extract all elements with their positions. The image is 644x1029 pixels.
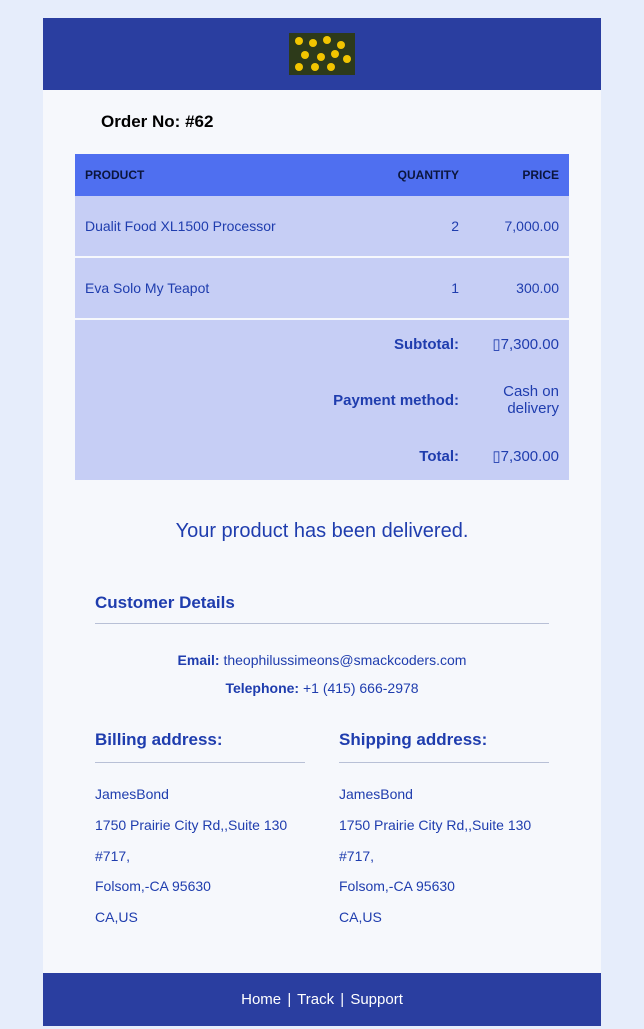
shipping-title: Shipping address:	[339, 730, 549, 763]
total-row: Total: ▯7,300.00	[75, 432, 569, 480]
telephone-label: Telephone:	[225, 680, 299, 696]
item-qty: 1	[369, 257, 469, 319]
shipping-line1: 1750 Prairie City Rd,,Suite 130 #717,	[339, 810, 549, 872]
item-name: Dualit Food XL1500 Processor	[75, 196, 369, 257]
item-price: 7,000.00	[469, 196, 569, 257]
footer-sep: |	[287, 991, 291, 1008]
telephone-value: +1 (415) 666-2978	[303, 680, 419, 696]
payment-row: Payment method: Cash on delivery	[75, 368, 569, 432]
footer-link-support[interactable]: Support	[350, 991, 403, 1008]
footer-link-home[interactable]: Home	[241, 991, 281, 1008]
billing-line2: Folsom,-CA 95630	[95, 871, 305, 902]
header-bar	[43, 18, 601, 90]
email-value: theophilussimeons@smackcoders.com	[223, 652, 466, 668]
header-image	[289, 33, 355, 75]
footer-bar: Home | Track | Support	[43, 973, 601, 1026]
order-label: Order No:	[101, 112, 180, 131]
delivered-message: Your product has been delivered.	[43, 480, 601, 593]
customer-info: Email: theophilussimeons@smackcoders.com…	[95, 624, 549, 730]
footer-sep: |	[340, 991, 344, 1008]
order-number-line: Order No: #62	[43, 90, 601, 154]
subtotal-value: ▯7,300.00	[469, 319, 569, 368]
content-area: Order No: #62 PRODUCT QUANTITY PRICE Dua…	[43, 90, 601, 973]
shipping-line3: CA,US	[339, 902, 549, 933]
order-table: PRODUCT QUANTITY PRICE Dualit Food XL150…	[75, 154, 569, 480]
col-product: PRODUCT	[75, 154, 369, 196]
order-number: #62	[185, 112, 213, 131]
col-quantity: QUANTITY	[369, 154, 469, 196]
shipping-name: JamesBond	[339, 779, 549, 810]
billing-title: Billing address:	[95, 730, 305, 763]
total-label: Total:	[75, 432, 469, 480]
item-name: Eva Solo My Teapot	[75, 257, 369, 319]
subtotal-label: Subtotal:	[75, 319, 469, 368]
total-value: ▯7,300.00	[469, 432, 569, 480]
subtotal-row: Subtotal: ▯7,300.00	[75, 319, 569, 368]
item-price: 300.00	[469, 257, 569, 319]
payment-value: Cash on delivery	[469, 368, 569, 432]
table-row: Dualit Food XL1500 Processor 2 7,000.00	[75, 196, 569, 257]
payment-label: Payment method:	[75, 368, 469, 432]
item-qty: 2	[369, 196, 469, 257]
billing-line1: 1750 Prairie City Rd,,Suite 130 #717,	[95, 810, 305, 872]
shipping-address-block: Shipping address: JamesBond 1750 Prairie…	[339, 730, 549, 933]
customer-details-title: Customer Details	[95, 593, 549, 624]
shipping-line2: Folsom,-CA 95630	[339, 871, 549, 902]
email-label: Email:	[178, 652, 220, 668]
billing-name: JamesBond	[95, 779, 305, 810]
billing-address-block: Billing address: JamesBond 1750 Prairie …	[95, 730, 305, 933]
footer-link-track[interactable]: Track	[297, 991, 334, 1008]
billing-line3: CA,US	[95, 902, 305, 933]
col-price: PRICE	[469, 154, 569, 196]
table-row: Eva Solo My Teapot 1 300.00	[75, 257, 569, 319]
